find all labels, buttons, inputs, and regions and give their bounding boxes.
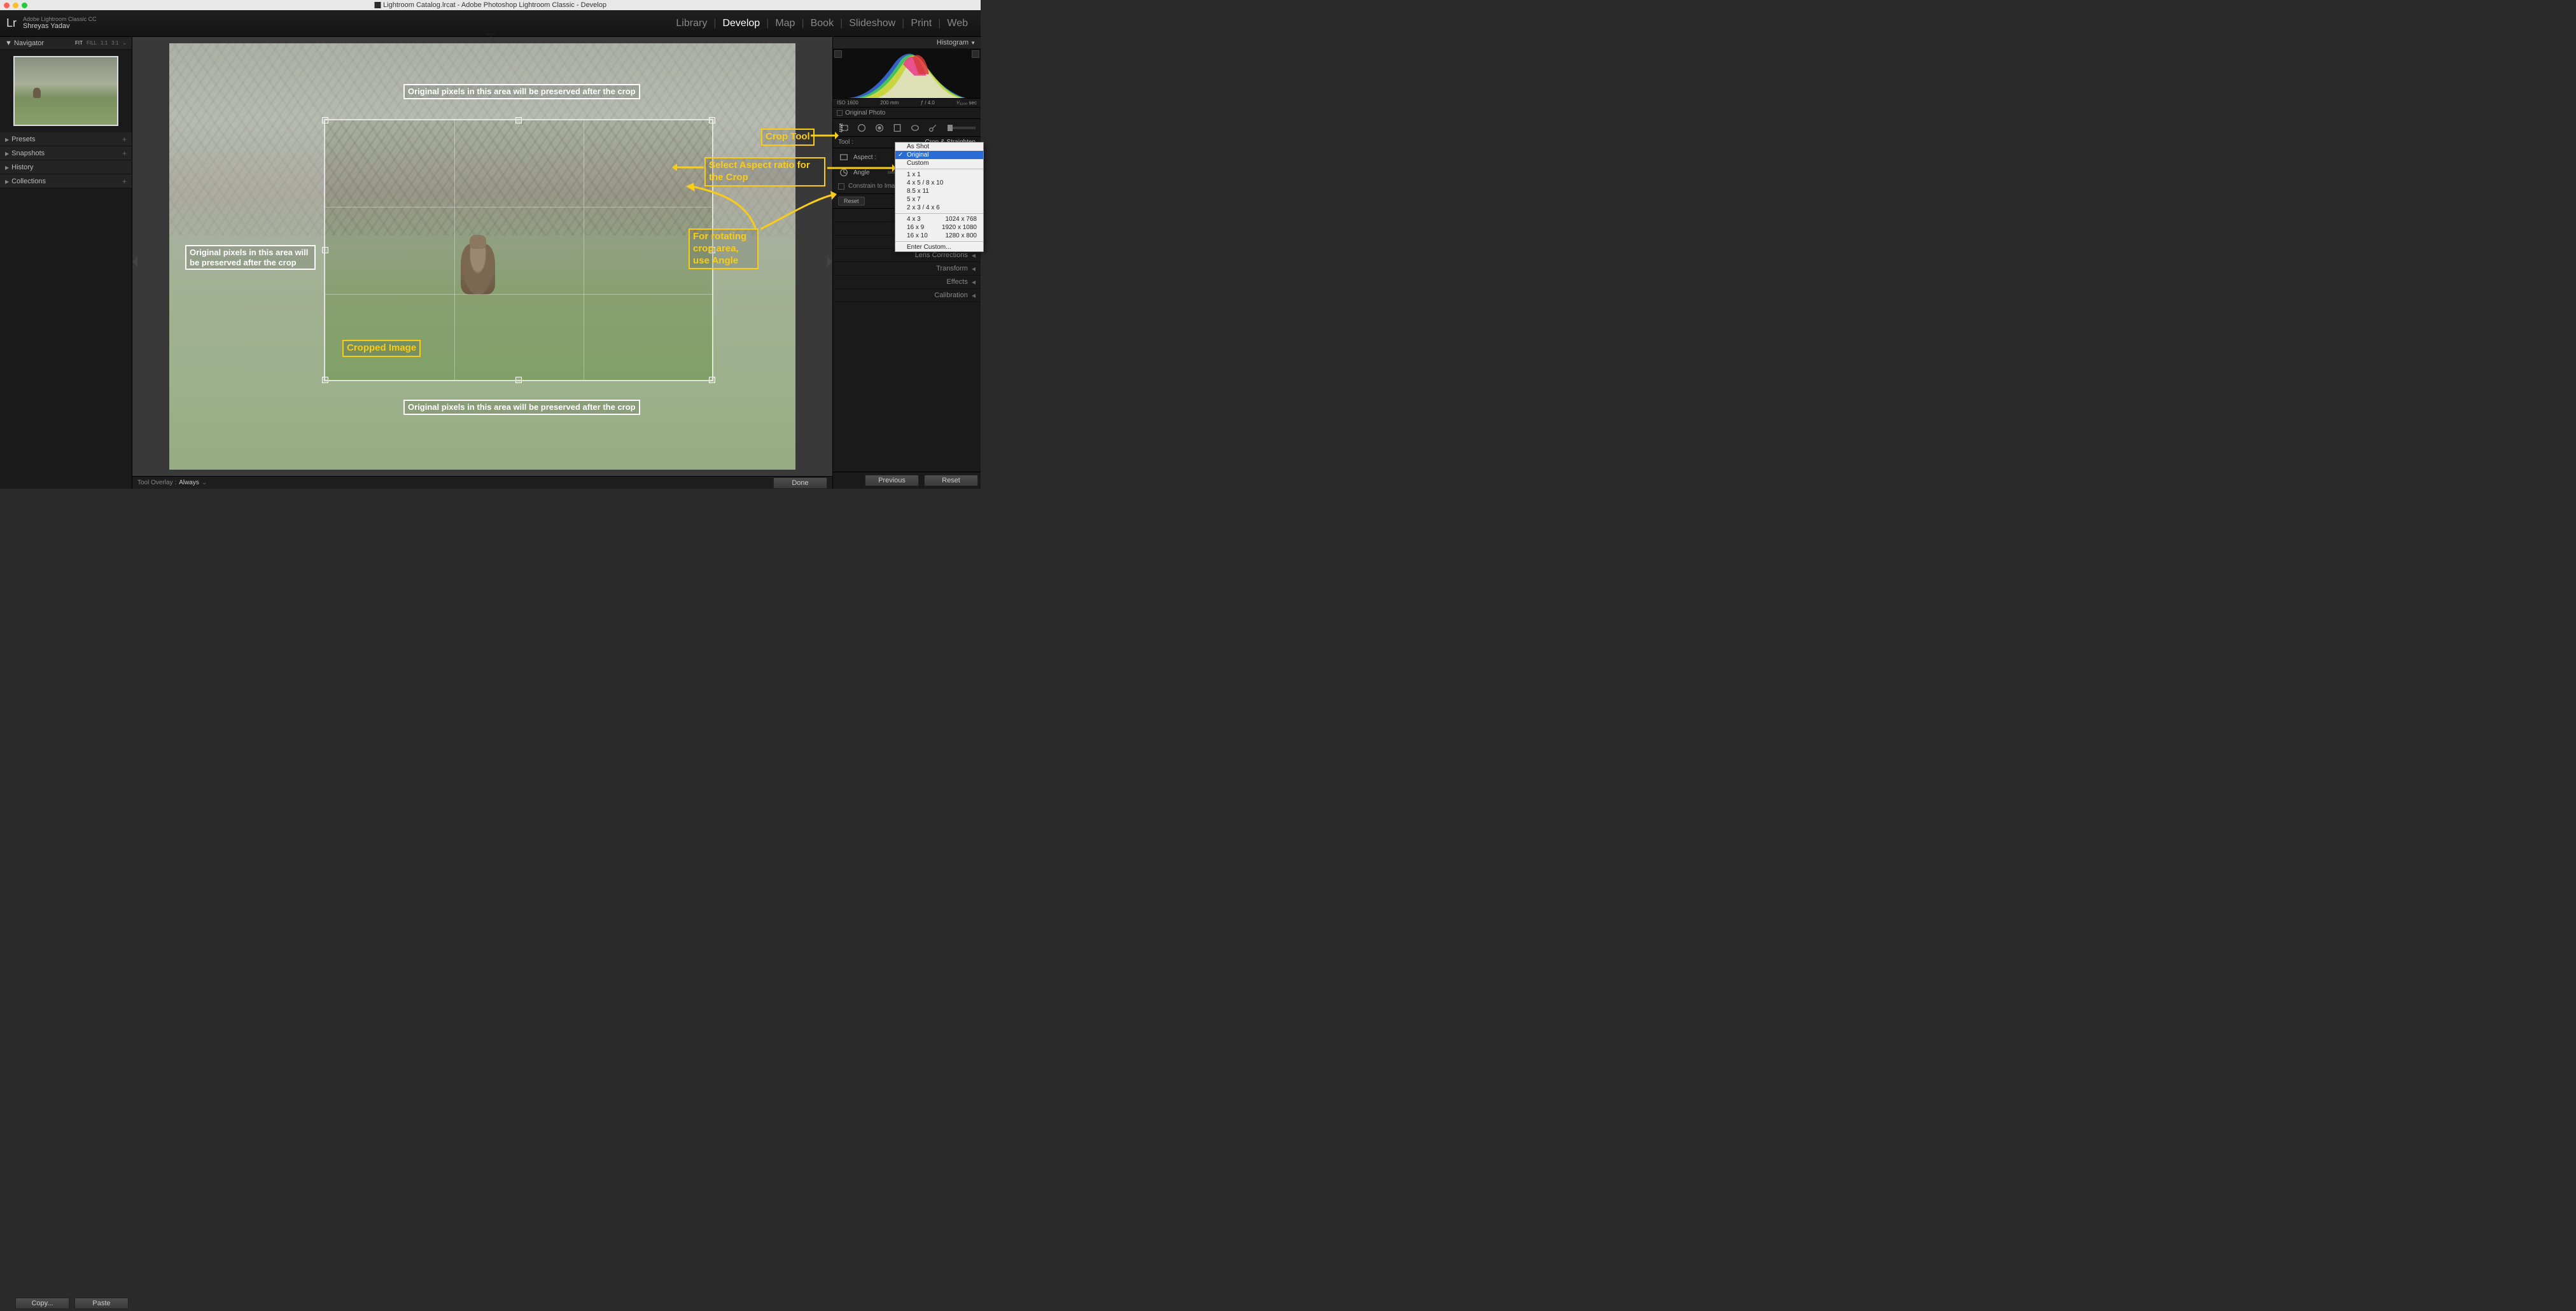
- crop-handle-tm[interactable]: [515, 117, 522, 123]
- dd-16x10[interactable]: 16 x 101280 x 800: [895, 232, 983, 240]
- crop-handle-tl[interactable]: [322, 117, 328, 123]
- navigator-thumbnail[interactable]: [13, 56, 118, 126]
- catalog-icon: [374, 2, 381, 8]
- graduated-filter-icon[interactable]: [892, 122, 903, 134]
- mac-minimize-button[interactable]: [13, 3, 18, 8]
- app-name: Adobe Lightroom Classic CC: [23, 17, 97, 23]
- crop-handle-br[interactable]: [709, 377, 715, 383]
- crop-tool-icon[interactable]: [838, 122, 850, 134]
- paste-button[interactable]: Paste: [74, 1298, 129, 1309]
- module-book[interactable]: Book: [804, 18, 840, 29]
- aspect-label: Aspect :: [853, 154, 884, 161]
- crop-reset-button[interactable]: Reset: [838, 197, 865, 206]
- crop-handle-bl[interactable]: [322, 377, 328, 383]
- nav-fill[interactable]: FILL: [87, 40, 97, 46]
- brush-icon[interactable]: [927, 122, 939, 134]
- dd-custom[interactable]: Custom: [895, 159, 983, 167]
- module-map[interactable]: Map: [769, 18, 801, 29]
- left-panel: ▼ Navigator FIT FILL 1:1 3:1 ⌄ ▶Presets+…: [0, 37, 132, 489]
- copy-button[interactable]: Copy...: [15, 1298, 69, 1309]
- dd-16x9[interactable]: 16 x 91920 x 1080: [895, 223, 983, 232]
- module-picker: Library| Develop| Map| Book| Slideshow| …: [669, 18, 974, 29]
- crop-handle-tr[interactable]: [709, 117, 715, 123]
- dd-5x7[interactable]: 5 x 7: [895, 195, 983, 204]
- module-develop[interactable]: Develop: [716, 18, 766, 29]
- clipping-highlights-icon[interactable]: [972, 50, 979, 58]
- anno-rotate: For rotating crop area, use Angle: [689, 228, 759, 269]
- crop-controls: Aspect : 🔒 Angle 0.00 Constrain to Image…: [833, 148, 981, 194]
- clipping-shadows-icon[interactable]: [834, 50, 842, 58]
- histogram-header[interactable]: Histogram ▼: [833, 37, 981, 49]
- anno-cropped: Cropped Image: [342, 340, 421, 357]
- section-effects[interactable]: Effects◀: [833, 276, 981, 289]
- mac-titlebar: Lightroom Catalog.lrcat - Adobe Photosho…: [0, 0, 981, 10]
- module-print[interactable]: Print: [904, 18, 938, 29]
- user-name: Shreyas Yadav: [23, 22, 97, 30]
- navigator-header[interactable]: ▼ Navigator FIT FILL 1:1 3:1 ⌄: [0, 37, 132, 50]
- app-header: Lr Adobe Lightroom Classic CC Shreyas Ya…: [0, 10, 981, 37]
- mac-close-button[interactable]: [4, 3, 10, 8]
- angle-label: Angle: [853, 169, 884, 176]
- module-library[interactable]: Library: [669, 18, 713, 29]
- dd-original[interactable]: Original: [895, 151, 983, 159]
- module-slideshow[interactable]: Slideshow: [843, 18, 902, 29]
- snapshots-section[interactable]: ▶Snapshots+: [0, 146, 132, 160]
- dd-85x11[interactable]: 8.5 x 11: [895, 187, 983, 195]
- presets-section[interactable]: ▶Presets+: [0, 132, 132, 146]
- radial-filter-icon[interactable]: [909, 122, 921, 134]
- nav-fit[interactable]: FIT: [75, 40, 83, 46]
- histogram[interactable]: [833, 49, 981, 99]
- section-transform[interactable]: Transform◀: [833, 262, 981, 276]
- canvas-toolbar: Tool Overlay : Always ⌄ Done: [132, 476, 832, 489]
- anno-bottom-preserve: Original pixels in this area will be pre…: [403, 400, 640, 415]
- dd-as-shot[interactable]: As Shot: [895, 143, 983, 151]
- dd-2x3[interactable]: 2 x 3 / 4 x 6: [895, 204, 983, 212]
- right-panel: Histogram ▼ ISO 1600200 mmƒ / 4.0¹⁄₃₂₀₀ …: [832, 37, 981, 489]
- anno-left-preserve: Original pixels in this area will be pre…: [185, 245, 316, 270]
- redeye-icon[interactable]: [874, 122, 885, 134]
- tool-amount-slider[interactable]: [948, 127, 976, 129]
- anno-top-preserve: Original pixels in this area will be pre…: [403, 84, 640, 99]
- crop-handle-ml[interactable]: [322, 247, 328, 253]
- aspect-icon[interactable]: [838, 151, 850, 163]
- dd-enter-custom[interactable]: Enter Custom...: [895, 243, 983, 251]
- nav-3-1[interactable]: 3:1: [111, 40, 118, 46]
- angle-icon[interactable]: [838, 167, 850, 178]
- dd-4x5[interactable]: 4 x 5 / 8 x 10: [895, 179, 983, 187]
- panel-expand-left-icon[interactable]: [132, 256, 137, 267]
- global-reset-button[interactable]: Reset: [924, 475, 978, 486]
- mac-maximize-button[interactable]: [22, 3, 27, 8]
- dd-4x3[interactable]: 4 x 31024 x 768: [895, 215, 983, 223]
- chevron-down-icon[interactable]: ⌄: [122, 40, 127, 46]
- dd-1x1[interactable]: 1 x 1: [895, 171, 983, 179]
- section-calibration[interactable]: Calibration◀: [833, 289, 981, 302]
- collections-section[interactable]: ▶Collections+: [0, 174, 132, 188]
- anno-crop-tool: Crop Tool: [761, 129, 815, 146]
- tool-overlay-value[interactable]: Always: [179, 479, 199, 486]
- anno-aspect: Select Aspect ratio for the Crop: [704, 157, 825, 186]
- original-photo-toggle[interactable]: Original Photo: [833, 108, 981, 119]
- nav-1-1[interactable]: 1:1: [101, 40, 108, 46]
- tool-strip: [833, 119, 981, 137]
- crop-handle-bm[interactable]: [515, 377, 522, 383]
- history-section[interactable]: ▶History: [0, 160, 132, 174]
- module-web[interactable]: Web: [941, 18, 974, 29]
- histogram-meta: ISO 1600200 mmƒ / 4.0¹⁄₃₂₀₀ sec: [833, 99, 981, 108]
- spot-removal-icon[interactable]: [856, 122, 867, 134]
- aspect-dropdown: As Shot Original Custom 1 x 1 4 x 5 / 8 …: [895, 142, 984, 252]
- panel-expand-right-icon[interactable]: [827, 256, 832, 267]
- lightroom-logo: Lr: [6, 17, 17, 30]
- done-button[interactable]: Done: [773, 477, 827, 489]
- window-title: Lightroom Catalog.lrcat - Adobe Photosho…: [383, 1, 606, 9]
- previous-button[interactable]: Previous: [865, 475, 919, 486]
